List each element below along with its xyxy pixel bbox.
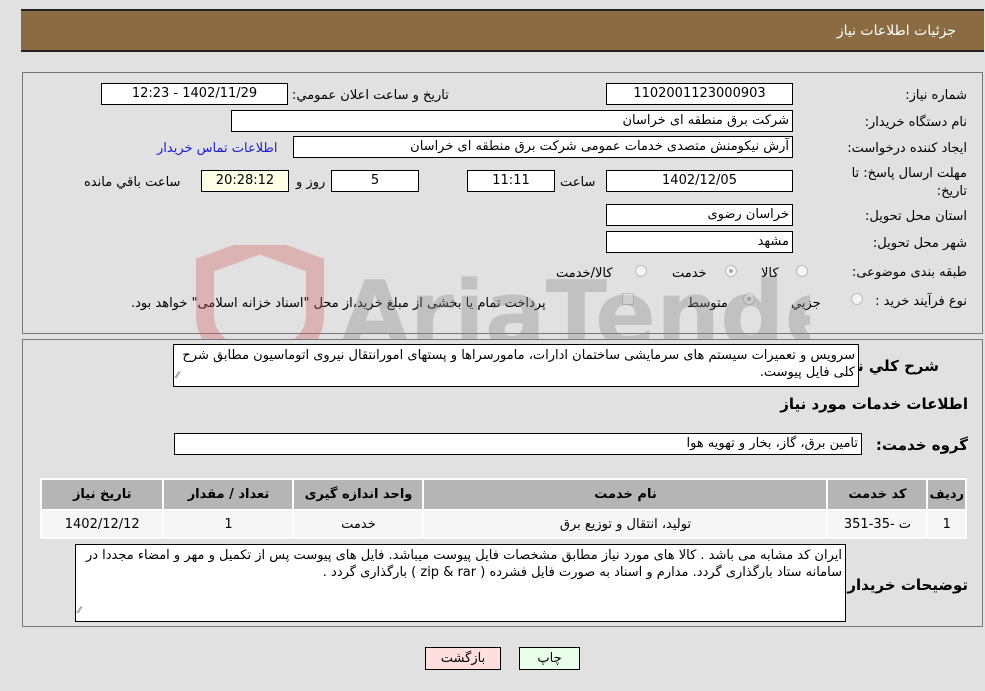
buyer-org-field: شرکت برق منطقه ای خراسان [231,110,793,132]
buyer-notes-textarea[interactable]: ایران کد مشابه می باشد . کالا های مورد ن… [75,544,846,622]
buyer-notes-text: ایران کد مشابه می باشد . کالا های مورد ن… [85,548,842,580]
need-number-label: شماره نياز: [905,88,967,103]
deadline-label-line1: مهلت ارسال پاسخ: تا [851,166,967,181]
cell-service-code: ت -35-351 [828,511,927,537]
col-row-number: رديف [928,480,965,509]
creator-label: ايجاد کننده درخواست: [847,141,967,156]
cell-service-name: تولید، انتقال و توزیع برق [424,511,827,537]
purchase-type-minor-radio[interactable] [851,293,863,305]
category-goods-label: کالا [761,266,779,281]
services-table-header: رديف کد خدمت نام خدمت واحد اندازه گيری ت… [42,480,965,509]
buyer-org-label: نام دستگاه خريدار: [864,115,967,130]
need-number-field: 1102001123000903 [606,83,793,105]
resize-grip-icon[interactable]: ⁄⁄ [176,368,179,385]
col-service-name: نام خدمت [424,480,827,509]
category-goods-service-label: کالا/خدمت [556,266,613,281]
col-service-code: کد خدمت [828,480,927,509]
col-need-date: تاريخ نياز [42,480,163,509]
col-unit: واحد اندازه گيری [294,480,423,509]
city-field: مشهد [606,231,793,253]
cell-need-date: 1402/12/12 [42,511,163,537]
buyer-notes-label: توضيحات خريدار: [841,576,968,594]
services-table: رديف کد خدمت نام خدمت واحد اندازه گيری ت… [40,478,967,539]
buyer-contact-link[interactable]: اطلاعات تماس خريدار [157,141,277,156]
category-goods-service-radio[interactable] [635,265,647,277]
city-label: شهر محل تحويل: [872,236,967,251]
services-section-title: اطلاعات خدمات مورد نياز [780,395,968,413]
category-label: طبقه بندی موضوعی: [851,265,967,280]
deadline-date-field: 1402/12/05 [606,170,793,192]
creator-field: آرش نیکومنش متصدی خدمات عمومی شرکت برق م… [293,136,793,158]
cell-unit: خدمت [294,511,423,537]
print-button[interactable]: چاپ [519,647,580,670]
purchase-type-medium-label: متوسط [687,296,728,311]
remaining-time-label: ساعت باقي مانده [84,175,181,190]
category-goods-radio[interactable] [796,265,808,277]
col-quantity: تعداد / مقدار [164,480,293,509]
remaining-time-field: 20:28:12 [201,170,289,192]
page-header: جزئيات اطلاعات نياز [21,9,984,52]
province-field: خراسان رضوی [606,204,793,226]
cell-quantity: 1 [164,511,293,537]
treasury-payment-checkbox[interactable] [622,293,634,305]
service-group-field: تامین برق، گاز، بخار و تهویه هوا [174,433,862,455]
treasury-payment-note: پرداخت تمام يا بخشی از مبلغ خريد،از محل … [131,296,546,311]
table-row: 1 ت -35-351 تولید، انتقال و توزیع برق خد… [42,511,965,537]
back-button[interactable]: بازگشت [425,647,501,670]
purchase-type-medium-radio[interactable] [743,293,755,305]
days-label: روز و [296,175,326,190]
category-service-label: خدمت [672,266,707,281]
resize-grip-icon[interactable]: ⁄⁄ [78,603,81,620]
deadline-label-line2: تاريخ: [936,184,967,199]
service-group-label: گروه خدمت: [875,436,968,454]
purchase-type-minor-label: جزيي [791,296,821,311]
announce-datetime-field: 1402/11/29 - 12:23 [101,83,288,105]
remaining-days-field: 5 [331,170,419,192]
cell-row-number: 1 [928,511,965,537]
deadline-time-label: ساعت [560,175,596,190]
page-title: جزئيات اطلاعات نياز [836,23,956,39]
announce-datetime-label: تاريخ و ساعت اعلان عمومي: [292,88,449,103]
description-textarea[interactable]: سرویس و تعمیرات سیستم های سرمایشی ساختما… [173,344,859,387]
category-service-radio[interactable] [725,265,737,277]
purchase-type-label: نوع فرآيند خريد : [875,294,967,309]
province-label: استان محل تحويل: [865,209,967,224]
description-text: سرویس و تعمیرات سیستم های سرمایشی ساختما… [182,348,855,380]
deadline-time-field: 11:11 [467,170,555,192]
